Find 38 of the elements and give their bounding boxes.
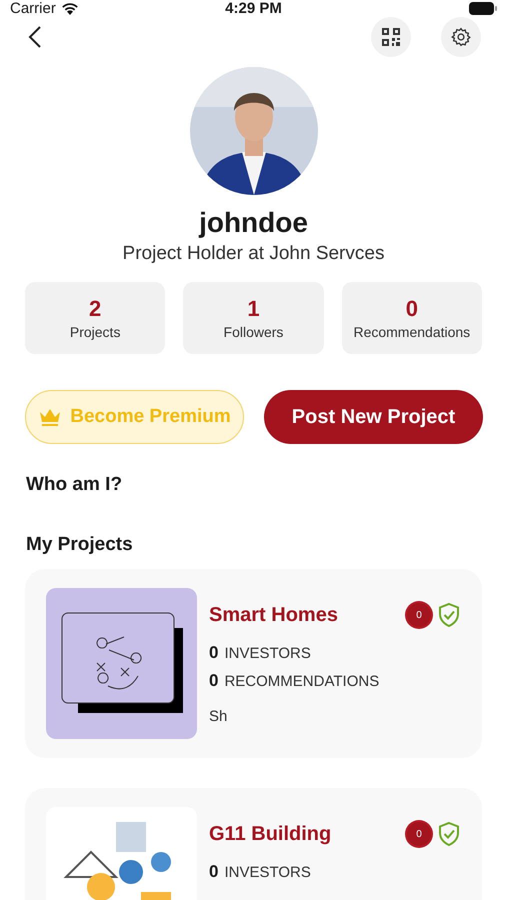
stat-label: Followers [224,324,284,340]
seal-badge: 0 [407,822,431,846]
qr-code-button[interactable] [371,17,411,57]
stat-value: 0 [406,296,418,322]
back-button[interactable] [28,25,42,49]
project-description: Sh [209,708,228,726]
battery-icon [469,2,498,15]
metric-label: INVESTORS [224,865,311,882]
stat-card[interactable]: 0 Recommendations [342,282,482,354]
stat-value: 2 [89,296,102,322]
metric-value: 0 [209,863,218,882]
metric-label: INVESTORS [224,646,311,662]
seal-badge: 0 [407,603,431,627]
project-card[interactable]: Smart Homes 0 0 INVESTORS 0 RECOMMENDATIONS Sh [25,569,482,758]
metric-value: 0 [209,672,218,690]
metric-value: 0 [209,644,218,663]
stat-card[interactable]: 2 Projects [25,282,166,354]
qr-code-icon [381,27,401,47]
post-project-button[interactable]: Post New Project [264,390,483,444]
chevron-left-icon [28,25,42,49]
settings-icon [451,27,471,47]
project-title: G11 Building [209,822,332,846]
project-card[interactable]: G11 Building 0 0 INVESTORS [25,788,482,900]
username: johndoe [199,207,308,239]
metric-label: RECOMMENDATIONS [224,674,380,690]
section-heading: My Projects [25,534,134,556]
stat-card[interactable]: 1 Followers [183,282,324,354]
settings-button[interactable] [441,17,481,57]
project-title: Smart Homes [209,604,338,626]
carrier-name: Carrier [10,0,56,17]
stat-label: Recommendations [353,324,470,340]
stat-value: 1 [247,296,260,322]
stat-label: Projects [70,324,120,340]
wifi-icon [60,2,79,15]
profile-subtitle: Project Holder at John Servces [122,243,384,265]
section-heading: Who am I? [25,474,124,496]
status-time: 4:29 PM [225,0,282,17]
crown-icon [38,407,62,427]
